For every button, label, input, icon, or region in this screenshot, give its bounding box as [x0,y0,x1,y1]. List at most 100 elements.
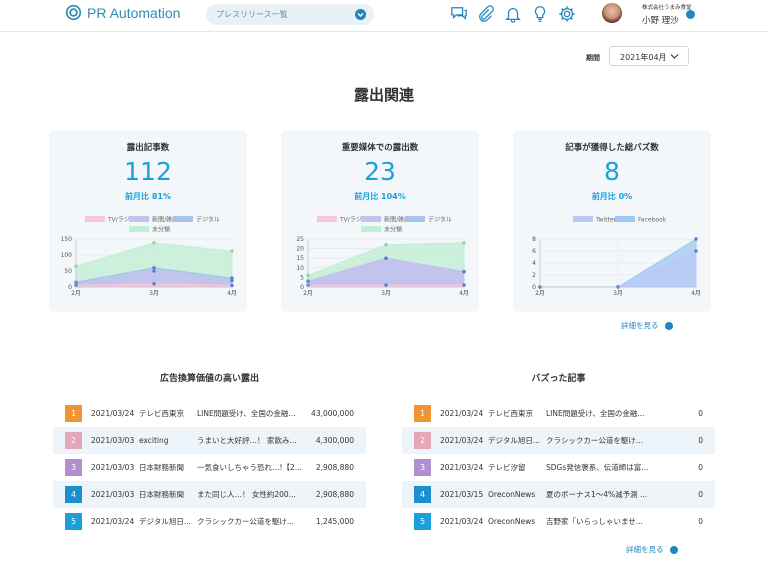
rank-badge: 2 [414,432,431,449]
y-tick-label: 4 [532,260,536,267]
data-point [152,266,156,270]
legend-swatch [173,216,193,222]
arrow-right-icon [669,545,678,554]
legend-swatch [361,226,381,232]
paperclip-icon[interactable] [477,5,495,23]
row-media: 日本財務新聞 [139,490,184,499]
rank-badge: 2 [65,432,82,449]
card-title: 記事が獲得した総バズ数 [565,143,659,153]
row-value: 0 [698,463,703,472]
row-headline[interactable]: 一気食いしちゃう恐れ…!【2... [197,462,302,473]
rank-badge: 4 [414,486,431,503]
legend-label: デジタル [196,216,220,224]
data-point [152,269,156,273]
legend-swatch [317,216,337,222]
card-title: 重要媒体での露出数 [341,143,419,153]
x-tick-label: 2月 [71,290,81,297]
row-media: テレビ西東京 [488,409,533,418]
legend-swatch [129,226,149,232]
legend-label: Facebook [638,217,667,224]
card-value: 112 [124,157,172,186]
row-date: 2021/03/24 [91,517,135,526]
row-headline[interactable]: 吉野家「いらっしゃいませ... [546,516,643,527]
table-row[interactable]: 4 2021/03/15 OreconNews 夏のボーナス1〜4%減予測 ... 0 [402,481,715,508]
period-select[interactable]: 2021年04月 [609,46,689,66]
row-headline[interactable]: LINE問題受け、全国の金融... [197,408,296,419]
row-date: 2021/03/24 [440,436,484,445]
rank-badge: 1 [414,405,431,422]
table-row[interactable]: 2 2021/03/03 exciting うまいと大好評…！ 家飲み... 4,300… [53,427,366,454]
row-date: 2021/03/03 [91,463,135,472]
table-row[interactable]: 3 2021/03/24 テレビ汐留 SDGs発信褒系、伝道師は富... 0 [402,454,715,481]
ad-value-table: 1 2021/03/24 テレビ西東京 LINE問題受け、全国の金融... 43,000… [53,400,366,535]
lightbulb-icon[interactable] [531,5,549,23]
row-value: 4,300,000 [315,436,354,445]
exposure-area-chart: TV/ラジオ 新聞/雑誌 デジタル未分類0501001502月 3月 4月 [61,216,237,298]
table-row[interactable]: 1 2021/03/24 テレビ西東京 LINE問題受け、全国の金融... 0 [402,400,715,427]
row-value: 0 [698,436,703,445]
press-release-dropdown[interactable]: プレスリリース一覧 [206,4,374,25]
details-link[interactable]: 詳細を見る [626,544,678,555]
details-link[interactable]: 詳細を見る [621,320,673,331]
row-headline[interactable]: クラシックカー公道を駆け... [197,516,294,527]
buzz-area-chart: Twitter Facebook024682月 3月 4月 [532,216,701,297]
row-headline[interactable]: また同じ人…！ 女性約200... [197,489,296,500]
rank-badge: 4 [65,486,82,503]
data-point [384,283,388,287]
app-header: PR Automation プレスリリース一覧 株式会社うまみ食堂 小野 理沙 [0,0,768,32]
table-row[interactable]: 4 2021/03/03 日本財務新聞 また同じ人…！ 女性約200... 2,908,… [53,481,366,508]
x-tick-label: 4月 [691,290,701,297]
bell-icon[interactable] [504,5,522,23]
row-headline[interactable]: うまいと大好評…！ 家飲み... [197,435,297,446]
period-label: 期間 [586,54,600,62]
table-row[interactable]: 5 2021/03/24 OreconNews 吉野家「いらっしゃいませ... 0 [402,508,715,535]
row-headline[interactable]: LINE問題受け、全国の金融... [546,408,645,419]
dropdown-value: プレスリリース一覧 [216,10,288,19]
row-date: 2021/03/15 [440,490,484,499]
details-link-label: 詳細を見る [626,545,664,554]
logo[interactable]: PR Automation [65,4,180,21]
card-exposure-count: 露出記事数 112 前月比 81% TV/ラジオ 新聞/雑誌 デジタル 未分類 0 50 1… [49,130,247,312]
chevron-down-icon[interactable] [686,10,695,23]
buzz-list-title: バズった記事 [531,374,586,384]
row-media: 日本財務新聞 [139,463,184,472]
avatar[interactable] [602,3,622,23]
rank-badge: 3 [414,459,431,476]
data-point [694,249,698,253]
row-value: 2,908,880 [315,463,354,472]
x-tick-label: 3月 [381,290,391,297]
card-major-media-count: 重要媒体での露出数 23 前月比 104% TV/ラジオ 新聞/雑誌 デジタル 未分類… [281,130,479,312]
row-date: 2021/03/24 [440,409,484,418]
chat-icon[interactable] [450,5,468,23]
gear-icon[interactable] [558,5,576,23]
row-headline[interactable]: クラシックカー公道を駆け... [546,435,643,446]
table-row[interactable]: 5 2021/03/24 デジタル旭日... クラシックカー公道を駆け... 1,245… [53,508,366,535]
row-value: 0 [698,490,703,499]
table-row[interactable]: 3 2021/03/03 日本財務新聞 一気食いしちゃう恐れ…!【2... 2,908,… [53,454,366,481]
rank-badge: 3 [65,459,82,476]
y-tick-label: 6 [532,248,536,255]
user-name: 小野 理沙 [642,16,679,26]
logo-text: PR Automation [87,4,181,21]
row-media: テレビ西東京 [139,409,184,418]
section-title: 露出関連 [353,86,414,104]
data-point [384,243,388,247]
row-media: デジタル旭日... [488,436,541,445]
card-comparison: 前月比 0% [591,192,633,201]
legend-label: Twitter [595,217,617,224]
legend-label: 未分類 [152,226,170,234]
row-headline[interactable]: SDGs発信褒系、伝道師は富... [546,462,648,473]
rank-badge: 5 [414,513,431,530]
row-headline[interactable]: 夏のボーナス1〜4%減予測 ... [546,489,647,500]
company-name: 株式会社うまみ食堂 [642,5,692,11]
header-icons [450,5,576,23]
table-row[interactable]: 1 2021/03/24 テレビ西東京 LINE問題受け、全国の金融... 43,000… [53,400,366,427]
row-media: OreconNews [488,517,536,526]
row-value: 0 [698,517,703,526]
rank-badge: 5 [65,513,82,530]
table-row[interactable]: 2 2021/03/24 デジタル旭日... クラシックカー公道を駆け... 0 [402,427,715,454]
card-value: 23 [364,157,396,186]
row-date: 2021/03/24 [91,409,135,418]
data-point [462,283,466,287]
row-date: 2021/03/03 [91,490,135,499]
